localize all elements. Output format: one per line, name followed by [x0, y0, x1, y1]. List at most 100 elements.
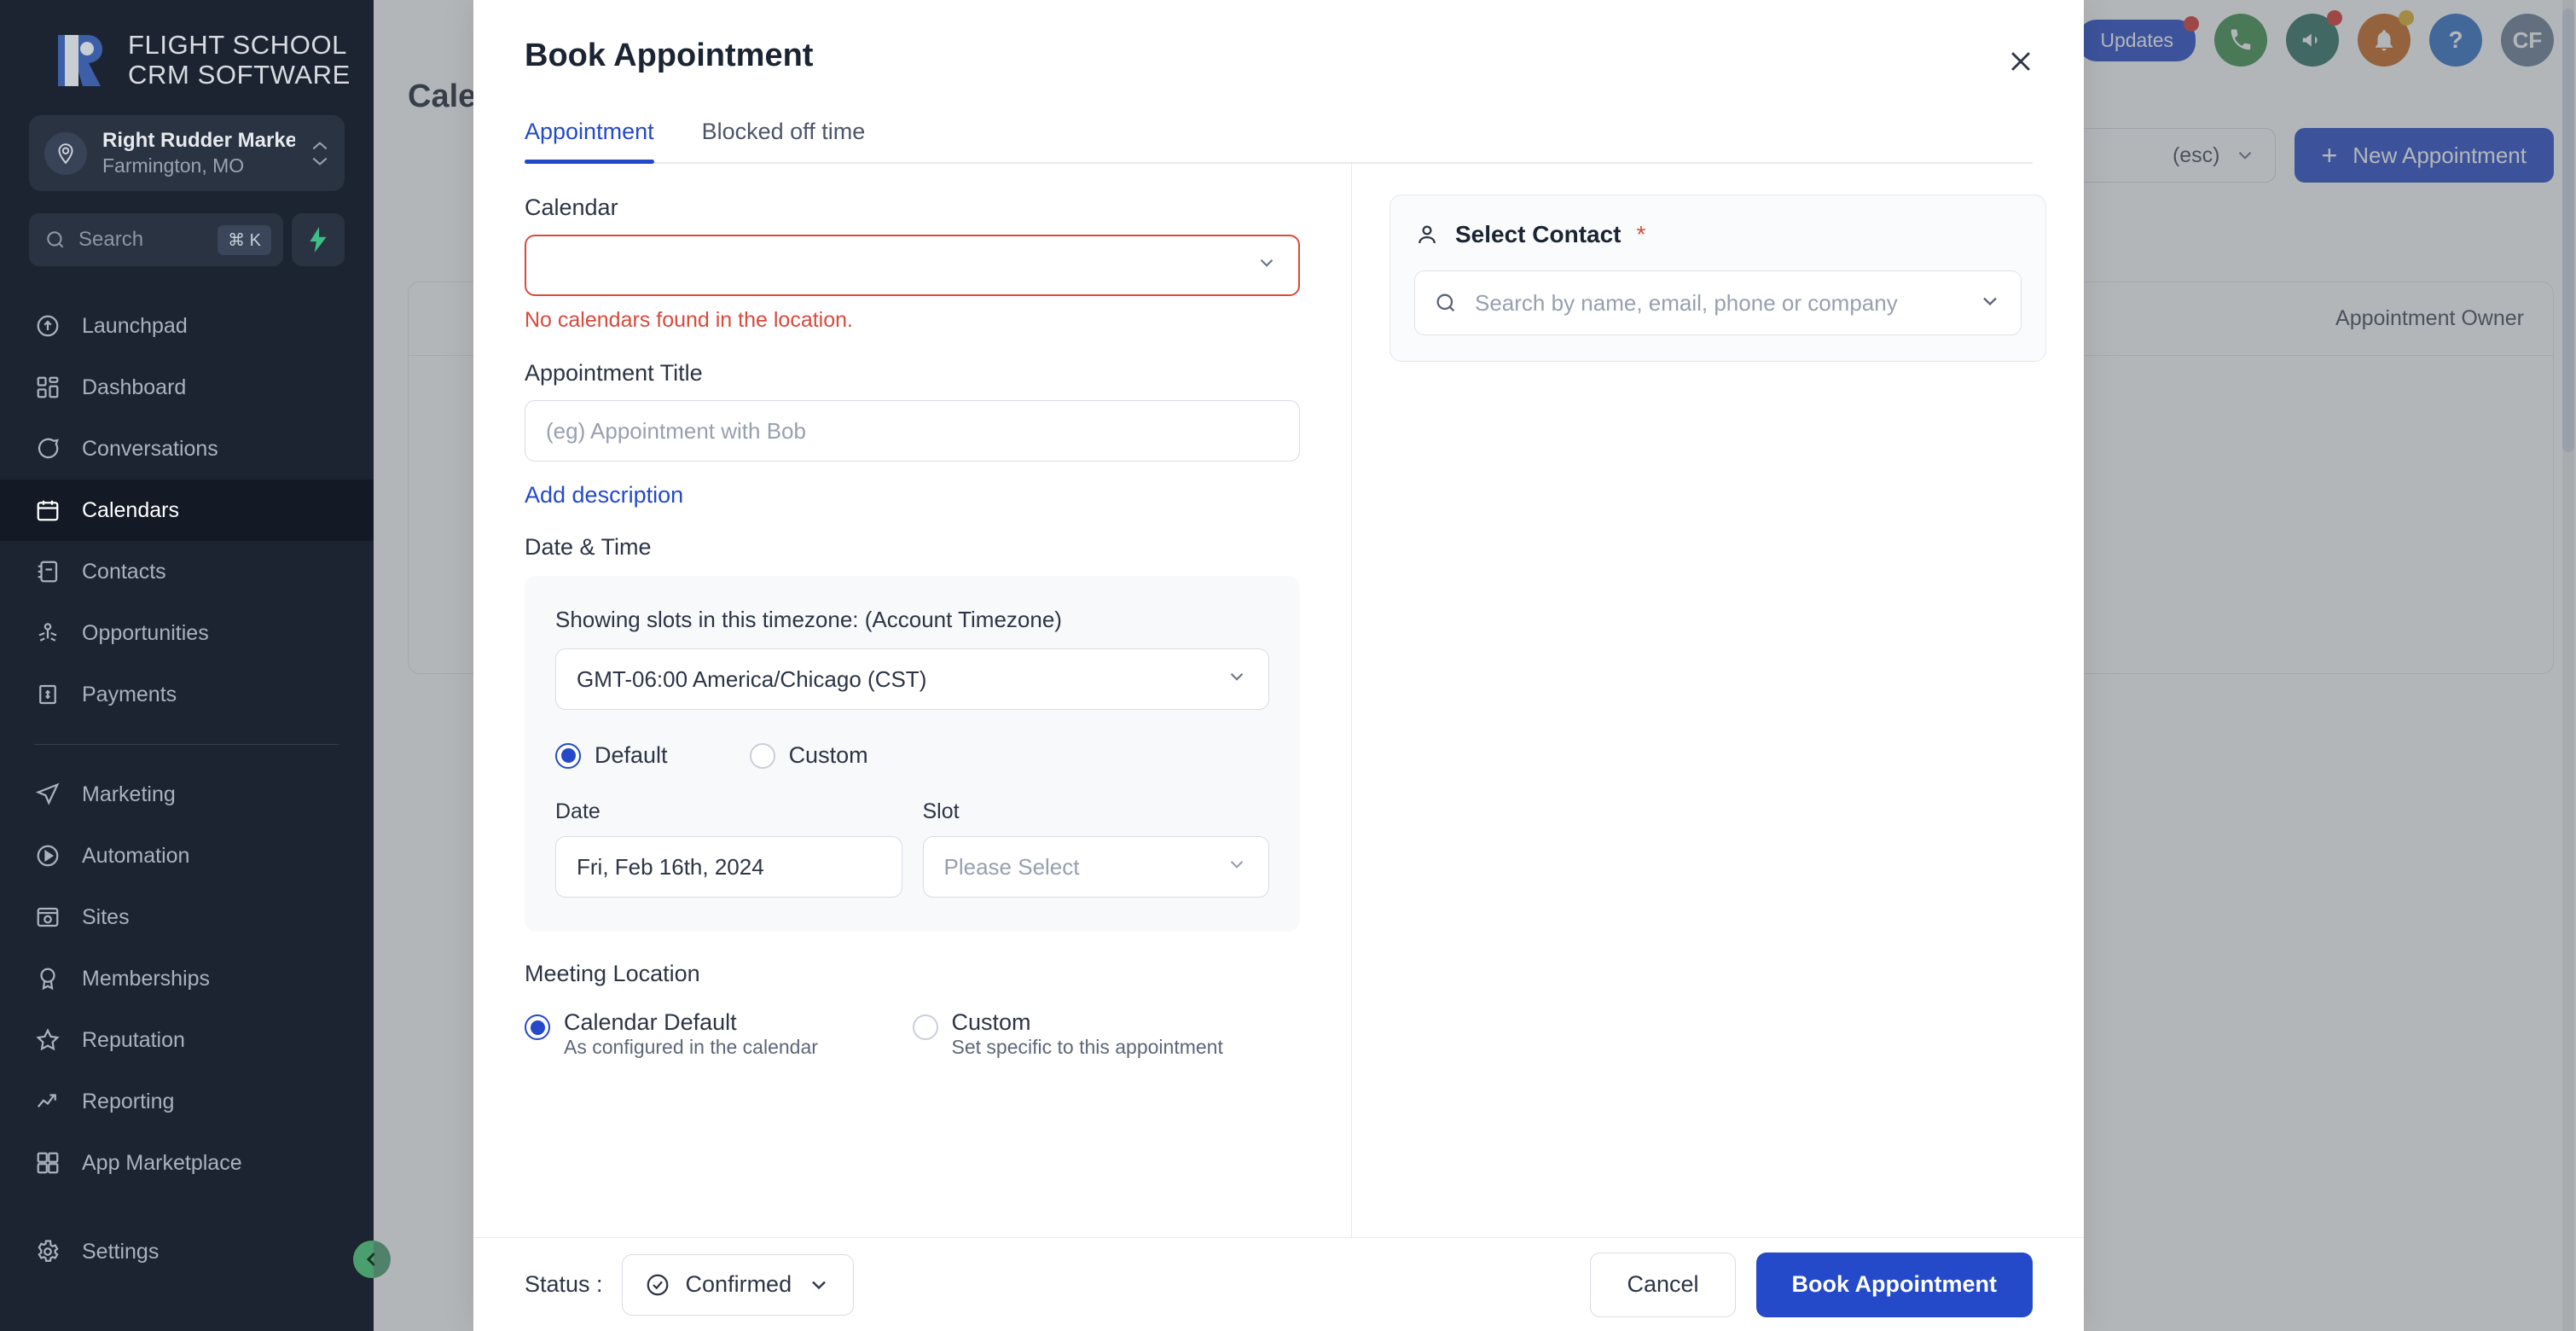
radio-custom[interactable]: Custom — [749, 742, 868, 769]
slot-select[interactable]: Please Select — [922, 836, 1269, 898]
sidebar-item-app-marketplace[interactable]: App Marketplace — [0, 1132, 374, 1194]
location-switcher[interactable]: Right Rudder Market... Farmington, MO — [29, 115, 345, 192]
logo-line-1: FLIGHT SCHOOL — [128, 30, 347, 60]
tab-appointment[interactable]: Appointment — [525, 119, 654, 164]
sidebar-item-label: Opportunities — [82, 620, 209, 645]
close-icon[interactable] — [2002, 43, 2039, 80]
sidebar-item-label: Launchpad — [82, 313, 188, 338]
chevron-down-icon — [812, 1281, 826, 1289]
sidebar-item-label: Automation — [82, 843, 190, 868]
sidebar-item-conversations[interactable]: Conversations — [0, 418, 374, 480]
sidebar-item-label: Reputation — [82, 1027, 185, 1052]
sidebar-item-memberships[interactable]: Memberships — [0, 948, 374, 1009]
play-circle-icon — [34, 842, 61, 869]
book-appointment-button[interactable]: Book Appointment — [1755, 1252, 2033, 1317]
radio-label: Default — [595, 742, 668, 768]
chevron-down-icon — [1226, 853, 1248, 881]
sidebar-item-calendars[interactable]: Calendars — [0, 480, 374, 542]
star-icon — [34, 1026, 61, 1054]
contact-column: Select Contact * Search by name, email, … — [1352, 164, 2084, 1237]
calendar-select[interactable] — [525, 235, 1300, 296]
modal-header: Book Appointment Appointment Blocked off… — [473, 0, 2084, 164]
tab-blocked-off-time[interactable]: Blocked off time — [702, 119, 866, 162]
calendar-error-message: No calendars found in the location. — [525, 308, 853, 332]
dashboard-grid-icon — [34, 374, 61, 401]
sidebar-item-reporting[interactable]: Reporting — [0, 1071, 374, 1132]
meeting-location-radio-group: Calendar Default As configured in the ca… — [525, 1009, 1300, 1059]
date-time-label: Date & Time — [525, 534, 652, 560]
contacts-book-icon — [34, 558, 61, 585]
cancel-button[interactable]: Cancel — [1590, 1252, 1736, 1317]
submit-label: Book Appointment — [1791, 1271, 1997, 1297]
sidebar-divider — [34, 744, 339, 746]
appointment-title-input[interactable]: (eg) Appointment with Bob — [525, 400, 1300, 462]
chat-bubble-icon — [34, 435, 61, 462]
sidebar-item-label: Sites — [82, 904, 130, 929]
trending-up-icon — [34, 1088, 61, 1115]
modal-footer: Status : Confirmed Cancel Book Appointme… — [473, 1237, 2084, 1331]
tab-label: Appointment — [525, 119, 654, 144]
sidebar-item-label: Conversations — [82, 436, 218, 461]
paper-plane-icon — [34, 781, 61, 808]
sidebar-item-settings[interactable]: Settings — [0, 1221, 374, 1282]
date-value: Fri, Feb 16th, 2024 — [577, 853, 764, 880]
sidebar-item-sites[interactable]: Sites — [0, 886, 374, 948]
slot-field-group: Slot Please Select — [922, 799, 1269, 898]
radio-indicator — [525, 1014, 550, 1040]
timezone-select[interactable]: GMT-06:00 America/Chicago (CST) — [555, 648, 1269, 710]
sidebar-item-opportunities[interactable]: Opportunities — [0, 602, 374, 664]
sidebar-item-marketing[interactable]: Marketing — [0, 764, 374, 825]
sidebar-nav-primary: Launchpad Dashboard Conversations Calend… — [0, 295, 374, 725]
search-input[interactable]: Search ⌘ K — [29, 213, 283, 267]
radio-default[interactable]: Default — [555, 742, 668, 769]
radio-indicator — [555, 742, 581, 769]
radio-indicator — [749, 742, 775, 769]
sidebar: FLIGHT SCHOOL CRM SOFTWARE Right Rudder … — [0, 0, 374, 1331]
sidebar-item-label: App Marketplace — [82, 1150, 242, 1175]
timezone-note: Showing slots in this timezone: (Account… — [555, 607, 1062, 632]
status-value: Confirmed — [685, 1271, 792, 1297]
radio-location-custom[interactable]: Custom Set specific to this appointment — [912, 1009, 1301, 1059]
sidebar-item-contacts[interactable]: Contacts — [0, 541, 374, 602]
timezone-value: GMT-06:00 America/Chicago (CST) — [577, 666, 927, 692]
date-mode-radio-group: Default Custom — [555, 742, 1269, 769]
sidebar-item-reputation[interactable]: Reputation — [0, 1009, 374, 1071]
sidebar-item-launchpad[interactable]: Launchpad — [0, 295, 374, 357]
search-icon — [47, 231, 64, 248]
contact-search-placeholder: Search by name, email, phone or company — [1475, 289, 1898, 316]
status-dropdown[interactable]: Confirmed — [621, 1253, 855, 1316]
flight-school-logo-icon — [58, 34, 102, 86]
option-title: Calendar Default — [564, 1009, 737, 1035]
badge-ribbon-icon — [34, 965, 61, 992]
opportunities-icon — [34, 619, 61, 647]
contact-search-input[interactable]: Search by name, email, phone or company — [1414, 270, 2022, 335]
sidebar-item-label: Settings — [82, 1239, 160, 1264]
sidebar-item-dashboard[interactable]: Dashboard — [0, 357, 374, 418]
tab-label: Blocked off time — [701, 119, 866, 144]
add-description-link[interactable]: Add description — [525, 482, 683, 509]
chevron-updown-icon — [310, 141, 329, 166]
modal-body: Calendar No calendars found in the locat… — [473, 164, 2084, 1237]
payments-icon — [34, 681, 61, 708]
location-pin-icon — [44, 131, 87, 175]
radio-calendar-default[interactable]: Calendar Default As configured in the ca… — [525, 1009, 913, 1059]
rocket-icon — [34, 312, 61, 340]
page-scrollbar-thumb[interactable] — [2562, 9, 2574, 452]
app-logo: FLIGHT SCHOOL CRM SOFTWARE — [0, 0, 374, 110]
modal-tabs: Appointment Blocked off time — [525, 119, 2033, 164]
date-input[interactable]: Fri, Feb 16th, 2024 — [555, 836, 902, 898]
select-contact-card: Select Contact * Search by name, email, … — [1390, 195, 2046, 362]
location-sub: Farmington, MO — [102, 154, 245, 177]
chevron-down-icon — [1226, 666, 1248, 694]
browser-globe-icon — [34, 904, 61, 931]
sidebar-item-label: Marketing — [82, 782, 176, 806]
status-group: Status : Confirmed — [525, 1253, 855, 1316]
check-circle-icon — [647, 1274, 668, 1295]
sidebar-item-label: Contacts — [82, 559, 166, 584]
bolt-icon[interactable] — [292, 213, 345, 267]
appointment-form-column: Calendar No calendars found in the locat… — [473, 164, 1352, 1237]
appointment-title-placeholder: (eg) Appointment with Bob — [546, 417, 806, 444]
sidebar-item-payments[interactable]: Payments — [0, 664, 374, 725]
select-contact-label: Select Contact — [1455, 221, 1622, 247]
sidebar-item-automation[interactable]: Automation — [0, 825, 374, 886]
